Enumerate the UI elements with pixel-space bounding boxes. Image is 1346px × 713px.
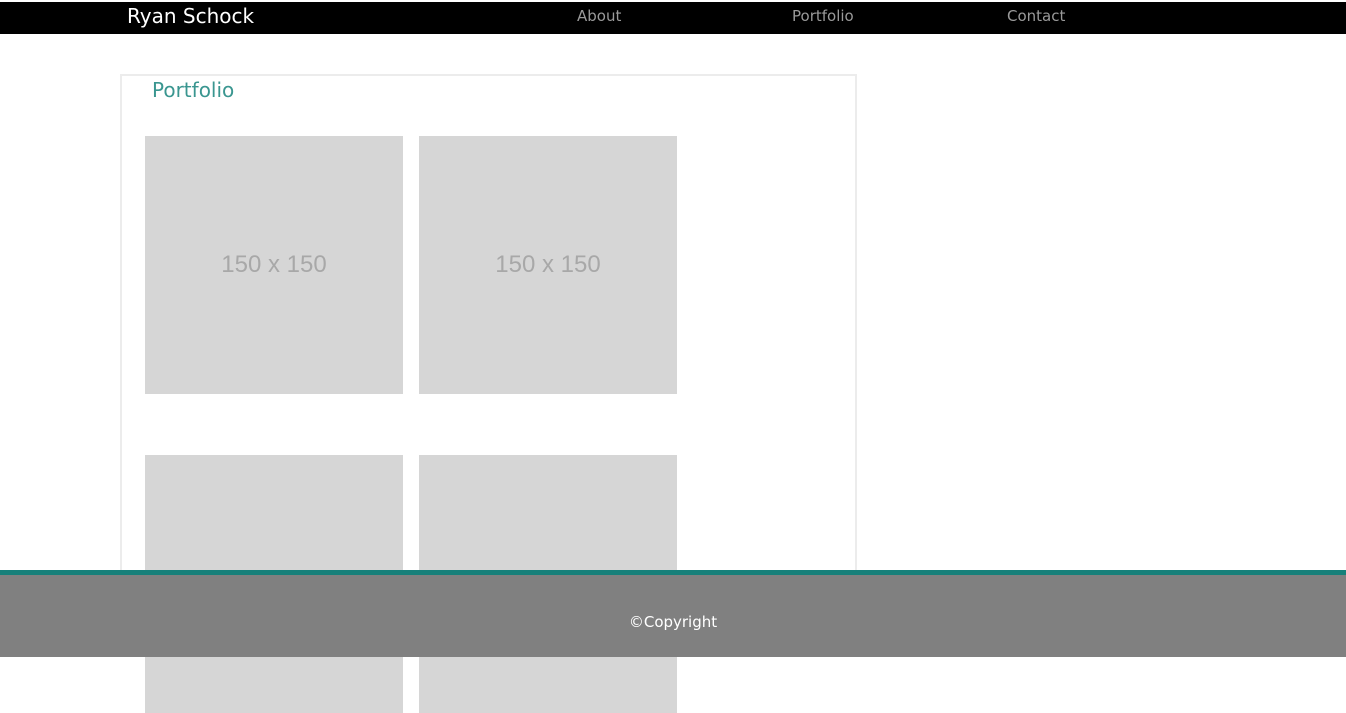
footer: ©Copyright: [0, 570, 1346, 657]
copyright-text: ©Copyright: [628, 613, 718, 631]
page-title: Portfolio: [152, 78, 235, 102]
nav-link-about[interactable]: About: [577, 6, 621, 26]
portfolio-thumbnail[interactable]: 150 x 150: [419, 136, 677, 394]
portfolio-thumbnail[interactable]: 150 x 150: [145, 136, 403, 394]
nav-link-contact[interactable]: Contact: [1007, 6, 1065, 26]
thumbnail-placeholder-label: 150 x 150: [221, 251, 327, 278]
top-navbar: Ryan Schock About Portfolio Contact: [0, 2, 1346, 34]
nav-link-portfolio[interactable]: Portfolio: [792, 6, 854, 26]
thumbnail-placeholder-label: 150 x 150: [495, 251, 601, 278]
brand-link[interactable]: Ryan Schock: [127, 4, 254, 28]
